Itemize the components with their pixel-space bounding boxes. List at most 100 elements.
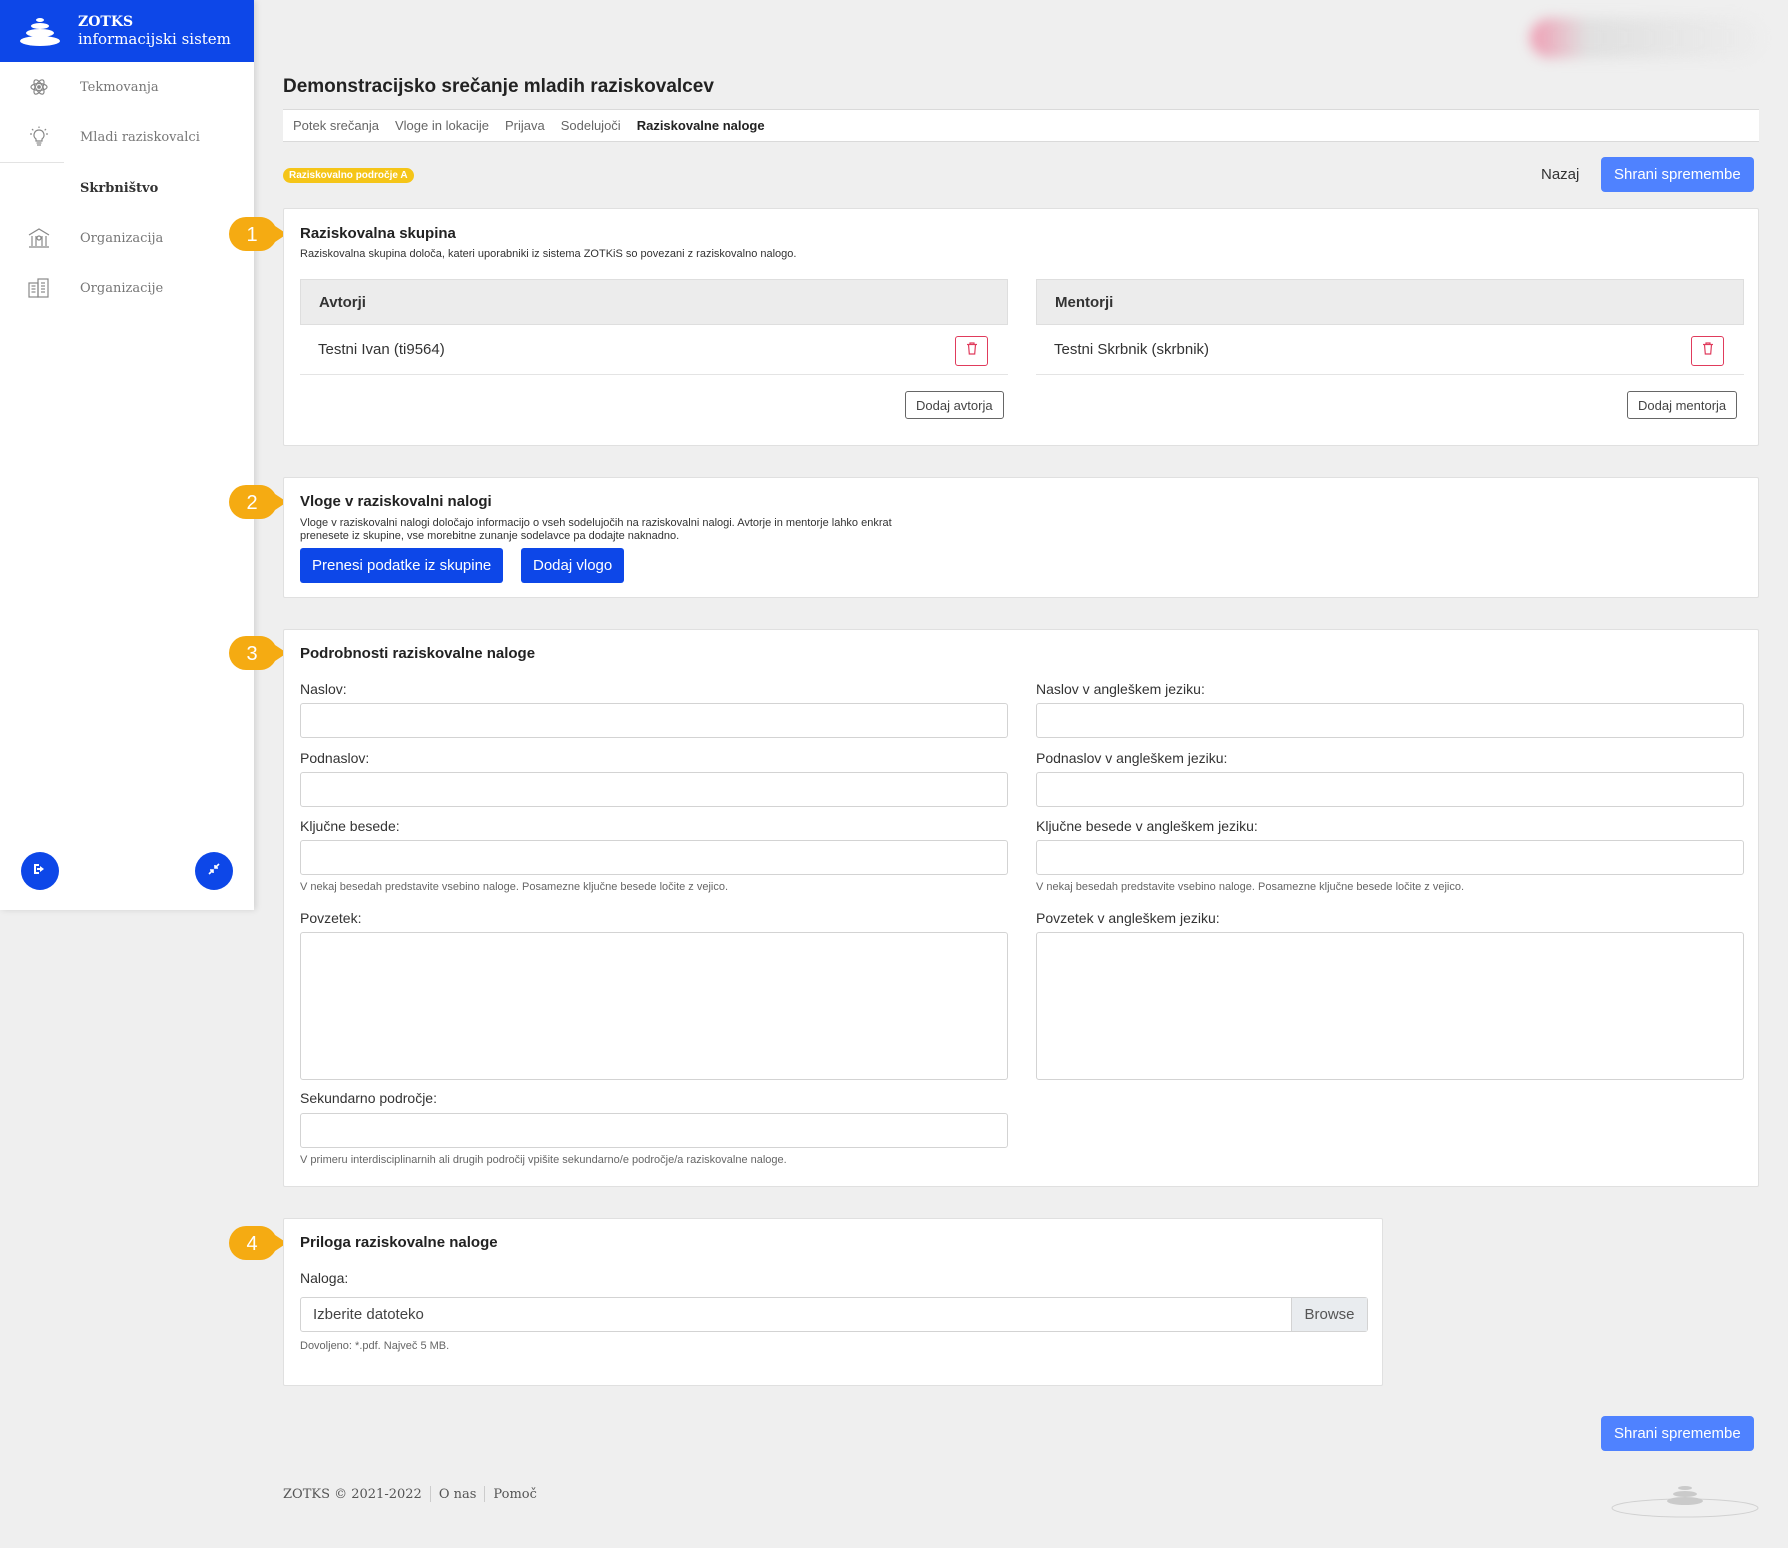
tab-vloge-in-lokacije[interactable]: Vloge in lokacije bbox=[395, 118, 489, 133]
buildings-icon bbox=[26, 275, 52, 301]
marker-number: 3 bbox=[246, 643, 257, 665]
keywords-label: Ključne besede: bbox=[300, 818, 400, 834]
tab-sodelujoci[interactable]: Sodelujoči bbox=[561, 118, 621, 133]
footer-copyright: ZOTKS © 2021-2022 bbox=[283, 1486, 422, 1502]
footer-help-link[interactable]: Pomoč bbox=[493, 1487, 536, 1502]
card-title: Podrobnosti raziskovalne naloge bbox=[300, 645, 536, 662]
tab-bar: Potek srečanja Vloge in lokacije Prijava… bbox=[283, 109, 1759, 142]
sidebar-item-organizacije[interactable]: Organizacije bbox=[0, 263, 254, 313]
add-role-button[interactable]: Dodaj vlogo bbox=[521, 548, 625, 583]
attachment-label: Naloga: bbox=[300, 1270, 349, 1286]
keywords-input[interactable] bbox=[300, 840, 1008, 875]
subtitle-input[interactable] bbox=[300, 772, 1008, 807]
sidebar-item-label: Organizacija bbox=[80, 230, 164, 246]
marker-number: 1 bbox=[246, 224, 257, 246]
page-title: Demonstracijsko srečanje mladih raziskov… bbox=[283, 76, 714, 97]
footer-about-link[interactable]: O nas bbox=[439, 1487, 477, 1502]
sidebar: ZOTKS informacijski sistem Tekmovanja Ml… bbox=[0, 0, 254, 910]
mentor-row: Testni Skrbnik (skrbnik) bbox=[1036, 325, 1744, 375]
keywords-en-hint: V nekaj besedah predstavite vsebino nalo… bbox=[1036, 881, 1465, 893]
logout-button[interactable] bbox=[21, 852, 59, 890]
footer-logo bbox=[1611, 1486, 1759, 1518]
browse-button[interactable]: Browse bbox=[1291, 1298, 1367, 1331]
summary-label: Povzetek: bbox=[300, 910, 362, 926]
compress-icon bbox=[206, 861, 222, 882]
marker-number: 2 bbox=[246, 492, 257, 514]
tab-raziskovalne-naloge[interactable]: Raziskovalne naloge bbox=[637, 118, 765, 133]
brand-header[interactable]: ZOTKS informacijski sistem bbox=[0, 0, 254, 62]
trash-icon bbox=[1702, 342, 1714, 360]
zotks-logo bbox=[20, 18, 60, 46]
trash-icon bbox=[966, 342, 978, 360]
card-title: Priloga raziskovalne naloge bbox=[300, 1234, 498, 1251]
mentors-header: Mentorji bbox=[1036, 279, 1744, 325]
step-marker-4: 4 bbox=[229, 1226, 287, 1260]
tab-prijava[interactable]: Prijava bbox=[505, 118, 545, 133]
file-input-placeholder[interactable]: Izberite datoteko bbox=[301, 1298, 1291, 1331]
sidebar-item-label: Mladi raziskovalci bbox=[80, 129, 200, 145]
secondary-area-input[interactable] bbox=[300, 1113, 1008, 1148]
delete-author-button[interactable] bbox=[955, 336, 988, 366]
step-marker-2: 2 bbox=[229, 485, 287, 519]
authors-header: Avtorji bbox=[300, 279, 1008, 325]
sidebar-section-title: Skrbništvo bbox=[80, 180, 159, 196]
user-avatar-blurred[interactable] bbox=[1530, 18, 1760, 58]
footer-separator bbox=[484, 1486, 486, 1502]
task-details-card: Podrobnosti raziskovalne naloge Naslov: … bbox=[283, 629, 1759, 1187]
sidebar-item-tekmovanja[interactable]: Tekmovanja bbox=[0, 62, 254, 112]
summary-en-label: Povzetek v angleškem jeziku: bbox=[1036, 910, 1220, 926]
logout-icon bbox=[32, 861, 48, 882]
attachment-card: Priloga raziskovalne naloge Naloga: Izbe… bbox=[283, 1218, 1383, 1386]
collapse-sidebar-button[interactable] bbox=[195, 852, 233, 890]
step-marker-1: 1 bbox=[229, 217, 287, 251]
author-row: Testni Ivan (ti9564) bbox=[300, 325, 1008, 375]
card-description-line2: prenesete iz skupine, vse morebitne zuna… bbox=[300, 530, 680, 542]
step-marker-3: 3 bbox=[229, 636, 287, 670]
summary-en-textarea[interactable] bbox=[1036, 932, 1744, 1080]
keywords-en-input[interactable] bbox=[1036, 840, 1744, 875]
roles-card: Vloge v raziskovalni nalogi Vloge v razi… bbox=[283, 477, 1759, 598]
add-author-button[interactable]: Dodaj avtorja bbox=[905, 391, 1004, 419]
keywords-hint: V nekaj besedah predstavite vsebino nalo… bbox=[300, 881, 729, 893]
sidebar-item-mladi-raziskovalci[interactable]: Mladi raziskovalci bbox=[0, 112, 254, 162]
institution-icon bbox=[26, 225, 52, 251]
marker-number: 4 bbox=[246, 1233, 257, 1255]
sidebar-item-organizacija[interactable]: Organizacija bbox=[0, 213, 254, 263]
keywords-en-label: Ključne besede v angleškem jeziku: bbox=[1036, 818, 1258, 834]
secondary-area-hint: V primeru interdisciplinarnih ali drugih… bbox=[300, 1154, 787, 1166]
subtitle-en-label: Podnaslov v angleškem jeziku: bbox=[1036, 750, 1228, 766]
brand-subtitle: informacijski sistem bbox=[78, 30, 231, 48]
footer-separator bbox=[429, 1486, 431, 1502]
card-title: Raziskovalna skupina bbox=[300, 225, 456, 242]
card-title: Vloge v raziskovalni nalogi bbox=[300, 493, 492, 510]
card-description: Raziskovalna skupina določa, kateri upor… bbox=[300, 248, 797, 260]
title-en-label: Naslov v angleškem jeziku: bbox=[1036, 681, 1205, 697]
sidebar-item-label: Tekmovanja bbox=[80, 79, 159, 95]
transfer-from-group-button[interactable]: Prenesi podatke iz skupine bbox=[300, 548, 504, 583]
add-mentor-button[interactable]: Dodaj mentorja bbox=[1627, 391, 1738, 419]
tab-potek-srecanja[interactable]: Potek srečanja bbox=[293, 118, 379, 133]
atom-icon bbox=[26, 74, 52, 100]
secondary-area-label: Sekundarno področje: bbox=[300, 1090, 437, 1106]
summary-textarea[interactable] bbox=[300, 932, 1008, 1080]
sidebar-item-label: Organizacije bbox=[80, 280, 164, 296]
brand-title: ZOTKS bbox=[78, 14, 134, 30]
footer: ZOTKS © 2021-2022 O nas Pomoč bbox=[283, 1486, 537, 1502]
save-button-bottom[interactable]: Shrani spremembe bbox=[1601, 1416, 1754, 1451]
back-link[interactable]: Nazaj bbox=[1541, 166, 1579, 183]
attachment-hint: Dovoljeno: *.pdf. Največ 5 MB. bbox=[300, 1340, 450, 1352]
title-input[interactable] bbox=[300, 703, 1008, 738]
title-label: Naslov: bbox=[300, 681, 347, 697]
title-en-input[interactable] bbox=[1036, 703, 1744, 738]
file-input[interactable]: Izberite datoteko Browse bbox=[300, 1297, 1368, 1332]
delete-mentor-button[interactable] bbox=[1691, 336, 1724, 366]
author-name: Testni Ivan (ti9564) bbox=[318, 341, 445, 358]
save-button-top[interactable]: Shrani spremembe bbox=[1601, 157, 1754, 192]
lightbulb-icon bbox=[26, 124, 52, 150]
subtitle-en-input[interactable] bbox=[1036, 772, 1744, 807]
subtitle-label: Podnaslov: bbox=[300, 750, 370, 766]
card-description-line1: Vloge v raziskovalni nalogi določajo inf… bbox=[300, 517, 892, 529]
mentor-name: Testni Skrbnik (skrbnik) bbox=[1054, 341, 1210, 358]
area-badge: Raziskovalno področje A bbox=[283, 168, 414, 183]
research-group-card: Raziskovalna skupina Raziskovalna skupin… bbox=[283, 208, 1759, 446]
